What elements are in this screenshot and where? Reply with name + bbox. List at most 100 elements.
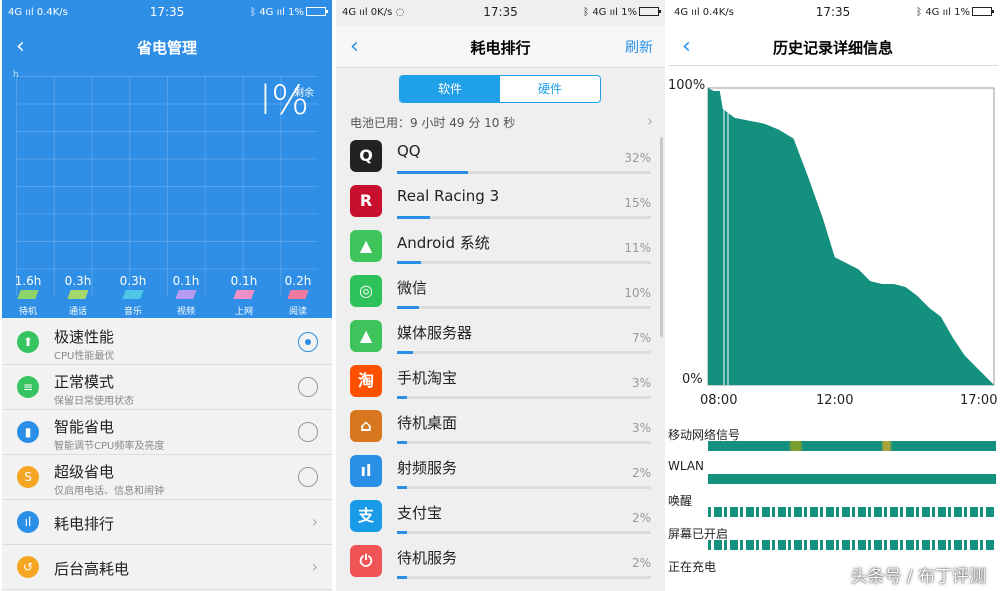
app-percent: 10% (624, 286, 651, 300)
mode-title: 正常模式 (54, 373, 115, 391)
usage-label: 阅读 (288, 307, 307, 317)
app-row[interactable]: ⌂ 待机桌面 3% (336, 404, 665, 449)
taobao-icon: 淘 (350, 365, 382, 397)
wechat-icon: ◎ (350, 275, 382, 307)
tab-software[interactable]: 软件 (400, 76, 500, 102)
radio-button[interactable] (298, 467, 318, 487)
android-icon: ▲ (350, 230, 382, 262)
usage-item-4: 0.1h 上网 (224, 274, 264, 317)
navbar: ‹ 耗电排行 刷新 (336, 26, 665, 68)
app-name: 手机淘宝 (397, 369, 458, 387)
usage-chart-area: 4G ııl 0.4K/s 17:35 ᛒ 4G ııl 1% ‹ 省电管理 h… (2, 0, 332, 318)
battery-icon: ▮ (17, 421, 39, 443)
app-percent: 2% (631, 466, 651, 480)
usage-bar-fill (397, 396, 408, 399)
usage-value: 0.1h (172, 274, 200, 288)
real-racing-icon: R (350, 185, 382, 217)
chevron-right-icon[interactable]: › (647, 112, 653, 130)
usage-bar-track (397, 261, 651, 264)
scrollbar[interactable] (660, 137, 663, 337)
usage-bar-fill (397, 351, 413, 354)
mode-row-2[interactable]: ▮ 智能省电 智能调节CPU频率及亮度 (2, 410, 332, 455)
watermark: 头条号 / 布丁评测 (850, 567, 986, 587)
usage-bar-track (397, 396, 651, 399)
status-bar: 4G ııl 0.4K/s 17:35 ᛒ 4G ııl 1% (668, 0, 998, 26)
usage-bar-track (397, 216, 651, 219)
usage-value: 0.1h (230, 274, 258, 288)
usage-bar-fill (397, 576, 408, 579)
usage-bar-fill (397, 486, 408, 489)
usage-item-0: 1.6h 待机 (8, 274, 48, 317)
battery-used-text: 电池已用：9 小时 49 分 10 秒 (350, 116, 516, 130)
navbar: ‹ 历史记录详细信息 (668, 26, 998, 66)
mode-title: 耗电排行 (54, 515, 115, 533)
app-row[interactable]: 支 支付宝 2% (336, 494, 665, 539)
battery-history-chart (707, 87, 995, 386)
app-row[interactable]: ⏻ 待机服务 2% (336, 539, 665, 584)
usage-bar-track (397, 576, 651, 579)
mode-row-0[interactable]: ⬆ 极速性能 CPU性能最优 (2, 320, 332, 365)
tab-hardware[interactable]: 硬件 (500, 76, 600, 102)
app-row[interactable]: ▲ 媒体服务器 7% (336, 314, 665, 359)
usage-label: 待机 (18, 307, 37, 317)
usage-cube (122, 290, 144, 299)
usage-value: 0.2h (284, 274, 312, 288)
app-percent: 2% (631, 556, 651, 570)
page-title: 省电管理 (136, 39, 197, 57)
app-row[interactable]: R Real Racing 3 15% (336, 179, 665, 224)
mode-subtitle: CPU性能最优 (54, 351, 115, 362)
radio-button[interactable] (298, 377, 318, 397)
app-name: 微信 (397, 279, 428, 297)
app-name: 待机服务 (397, 549, 458, 567)
app-percent: 15% (624, 196, 651, 210)
mode-row-4[interactable]: ıl 耗电排行 › (2, 500, 332, 545)
usage-cube (233, 290, 255, 299)
radio-button[interactable] (298, 332, 318, 352)
list-icon: ≡ (17, 376, 39, 398)
battery-level-area (708, 88, 994, 385)
usage-bar-fill (397, 531, 408, 534)
signal-label: 唤醒 (668, 494, 693, 508)
usage-item-5: 0.2h 阅读 (278, 274, 318, 317)
app-row[interactable]: ▲ Android 系统 11% (336, 224, 665, 269)
app-row[interactable]: 淘 手机淘宝 3% (336, 359, 665, 404)
chevron-right-icon: › (311, 512, 318, 531)
mode-row-3[interactable]: S 超级省电 仅启用电话、信息和闹钟 (2, 455, 332, 500)
mode-title: 极速性能 (54, 328, 115, 346)
home-icon: ⌂ (350, 410, 382, 442)
usage-item-3: 0.1h 视频 (166, 274, 206, 317)
app-name: 待机桌面 (397, 414, 458, 432)
app-name: 支付宝 (397, 504, 443, 522)
app-percent: 3% (631, 421, 651, 435)
segment-control: 软件 硬件 (399, 75, 601, 103)
signal-bar (708, 507, 996, 517)
mode-subtitle: 智能调节CPU频率及亮度 (54, 441, 165, 452)
mode-title: 后台高耗电 (54, 560, 130, 578)
chevron-right-icon: › (311, 557, 318, 576)
app-percent: 3% (631, 376, 651, 390)
usage-bar-track (397, 306, 651, 309)
mode-title: 智能省电 (54, 418, 115, 436)
usage-bar-fill (397, 306, 420, 309)
usage-item-1: 0.3h 通话 (58, 274, 98, 317)
refresh-button[interactable]: 刷新 (625, 37, 653, 57)
status-right: ᛒ 4G ııl 1% (916, 7, 994, 18)
mode-row-1[interactable]: ≡ 正常模式 保留日常使用状态 (2, 365, 332, 410)
app-percent: 11% (624, 241, 651, 255)
usage-bar-track (397, 531, 651, 534)
usage-bar-fill (397, 216, 431, 219)
app-row[interactable]: ◎ 微信 10% (336, 269, 665, 314)
app-name: Real Racing 3 (397, 187, 500, 205)
usage-bar-fill (397, 171, 469, 174)
page-title: 耗电排行 (470, 39, 531, 57)
app-row[interactable]: ıl 射频服务 2% (336, 449, 665, 494)
mode-row-5[interactable]: ↺ 后台高耗电 › (2, 545, 332, 590)
app-name: 射频服务 (397, 459, 458, 477)
usage-bar-fill (397, 261, 422, 264)
app-row[interactable]: Q QQ 32% (336, 134, 665, 179)
signal-label: WLAN (668, 459, 705, 473)
usage-bar-track (397, 171, 651, 174)
bar-chart-icon: ıl (17, 511, 39, 533)
refresh-icon: ↺ (17, 556, 39, 578)
radio-button[interactable] (298, 422, 318, 442)
